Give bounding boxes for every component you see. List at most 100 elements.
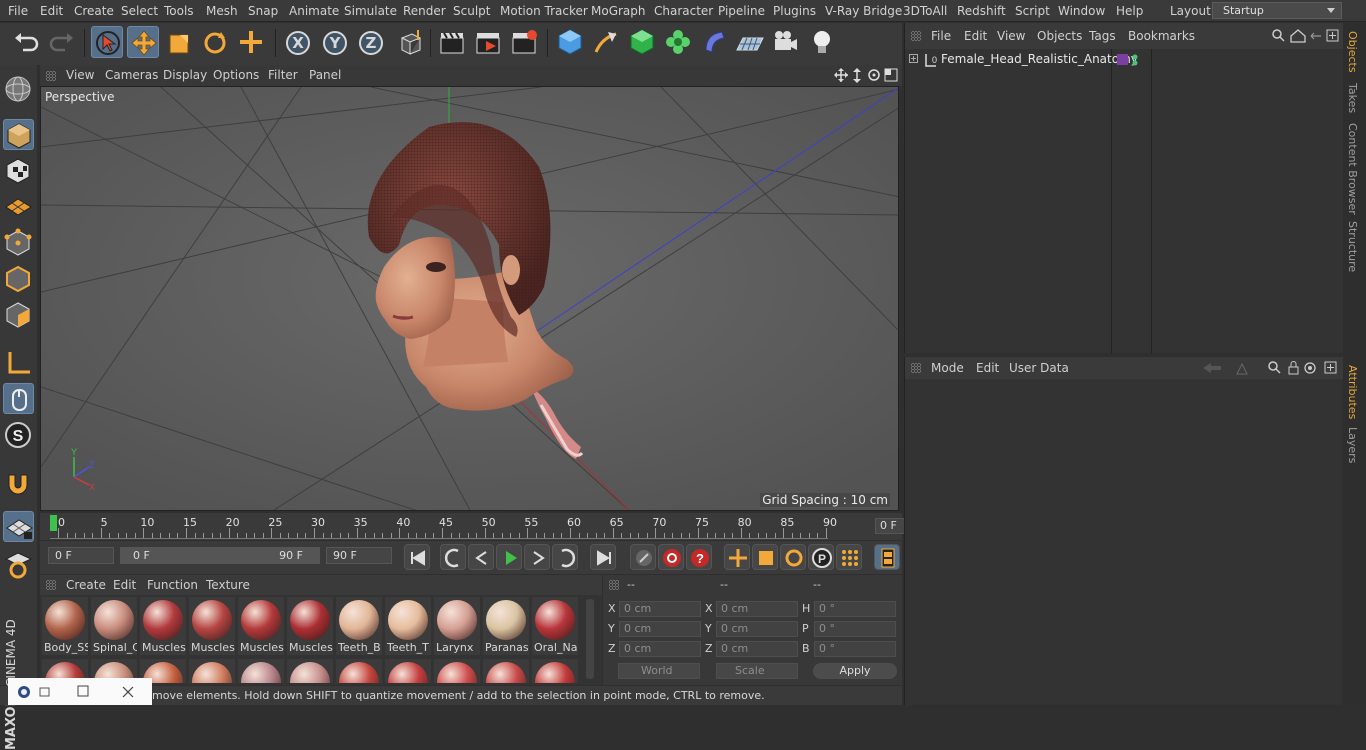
key-rotation-button[interactable]	[780, 544, 806, 570]
render-region-button[interactable]	[472, 26, 504, 58]
menu-vray-bridge[interactable]: V-Ray Bridge	[825, 4, 902, 18]
redo-button[interactable]	[46, 26, 78, 58]
menu-render[interactable]: Render	[403, 4, 446, 18]
material-menu-function[interactable]: Function	[147, 578, 198, 592]
orbit-icon[interactable]	[869, 70, 879, 80]
rot-b-field[interactable]: 0 °	[814, 641, 896, 657]
material-swatch[interactable]	[532, 659, 578, 683]
visibility-dots-icon[interactable]	[1131, 53, 1139, 67]
object-menu-tags[interactable]: Tags	[1089, 29, 1116, 43]
tree-item-female-head[interactable]: 0 Female_Head_Realistic_Anatomy	[905, 51, 1343, 69]
attribute-menu-mode[interactable]: Mode	[931, 361, 964, 375]
perspective-viewport[interactable]: Y Z X Perspective Grid Spacing : 10 cm	[40, 86, 899, 511]
menu-script[interactable]: Script	[1015, 4, 1050, 18]
record-keys-button[interactable]	[630, 544, 656, 570]
material-swatch[interactable]: Body_SS	[42, 597, 88, 655]
go-to-start-button[interactable]	[404, 544, 430, 570]
snap-button[interactable]	[3, 467, 34, 498]
menu-mesh[interactable]: Mesh	[206, 4, 238, 18]
viewport-menu-options[interactable]: Options	[213, 68, 259, 82]
material-swatch[interactable]	[336, 659, 382, 683]
object-menu-bookmarks[interactable]: Bookmarks	[1128, 29, 1195, 43]
material-swatch[interactable]: Oral_Na	[532, 597, 578, 655]
back-icon[interactable]	[1311, 33, 1321, 39]
previous-frame-button[interactable]	[468, 544, 494, 570]
key-position-button[interactable]	[724, 544, 750, 570]
solo-button[interactable]: S	[3, 419, 34, 450]
attribute-menu-edit[interactable]: Edit	[976, 361, 999, 375]
render-settings-button[interactable]	[508, 26, 540, 58]
viewport-menu-view[interactable]: View	[66, 68, 94, 82]
timeline-window-button[interactable]	[874, 544, 900, 570]
back-arrow-icon[interactable]	[1203, 363, 1221, 373]
new-window-icon[interactable]	[1325, 362, 1336, 373]
menu-redshift[interactable]: Redshift	[957, 4, 1006, 18]
key-parameter-button[interactable]: P	[808, 544, 834, 570]
layer-color-swatch[interactable]	[1117, 54, 1128, 65]
material-swatch[interactable]: Paranas	[483, 597, 529, 655]
size-x-field[interactable]: 0 cm	[716, 601, 798, 617]
go-to-end-button[interactable]	[590, 544, 616, 570]
home-icon[interactable]	[1291, 30, 1305, 42]
locked-workplane-button[interactable]	[3, 549, 34, 580]
key-pla-button[interactable]	[836, 544, 862, 570]
material-swatch[interactable]: Teeth_B	[336, 597, 382, 655]
tab-content-browser[interactable]: Content Browser	[1346, 123, 1359, 215]
menu-window[interactable]: Window	[1058, 4, 1105, 18]
cinema4d-taskbar-icon[interactable]	[16, 684, 54, 700]
workplane-lock-button[interactable]	[3, 511, 34, 542]
close-icon[interactable]	[120, 684, 136, 700]
coordinate-space-select[interactable]: World	[618, 663, 700, 679]
menu-edit[interactable]: Edit	[40, 4, 63, 18]
cube-primitive-button[interactable]	[554, 26, 586, 58]
maximize-view-icon[interactable]	[885, 69, 897, 81]
menu-pipeline[interactable]: Pipeline	[718, 4, 765, 18]
pos-z-field[interactable]: 0 cm	[619, 641, 701, 657]
menu-sculpt[interactable]: Sculpt	[453, 4, 490, 18]
object-menu-edit[interactable]: Edit	[964, 29, 987, 43]
pen-spline-button[interactable]	[590, 26, 622, 58]
menu-file[interactable]: File	[8, 4, 28, 18]
new-window-icon[interactable]	[1327, 30, 1338, 41]
size-mode-select[interactable]: Scale	[716, 663, 798, 679]
menu-help[interactable]: Help	[1116, 4, 1143, 18]
material-swatch[interactable]: Spinal_C	[91, 597, 137, 655]
keyframe-selection-button[interactable]: ?	[686, 544, 712, 570]
search-icon[interactable]	[1269, 362, 1280, 373]
next-key-button[interactable]	[552, 544, 578, 570]
menu-animate[interactable]: Animate	[289, 4, 339, 18]
points-mode-button[interactable]	[3, 227, 34, 258]
layout-select[interactable]: Startup	[1212, 2, 1342, 19]
pos-y-field[interactable]: 0 cm	[619, 621, 701, 637]
autokey-button[interactable]	[658, 544, 684, 570]
camera-button[interactable]	[770, 26, 802, 58]
material-swatch[interactable]: Muscles	[140, 597, 186, 655]
model-mode-button[interactable]	[3, 119, 34, 150]
viewport-menu-panel[interactable]: Panel	[309, 68, 341, 82]
pan-icon[interactable]	[834, 68, 848, 82]
zoom-icon[interactable]	[853, 68, 861, 83]
material-menu-texture[interactable]: Texture	[206, 578, 250, 592]
rot-h-field[interactable]: 0 °	[814, 601, 896, 617]
next-frame-button[interactable]	[524, 544, 550, 570]
render-view-button[interactable]	[436, 26, 468, 58]
lock-icon[interactable]	[1289, 362, 1298, 375]
menu-select[interactable]: Select	[121, 4, 158, 18]
tweak-mode-button[interactable]	[3, 383, 34, 414]
y-axis-lock-button[interactable]: Y	[323, 31, 347, 55]
previous-key-button[interactable]	[440, 544, 466, 570]
deformer-button[interactable]	[698, 26, 730, 58]
rot-p-field[interactable]: 0 °	[814, 621, 896, 637]
x-axis-lock-button[interactable]: X	[286, 31, 310, 55]
material-swatch[interactable]	[483, 659, 529, 683]
search-icon[interactable]	[1273, 30, 1284, 41]
start-frame-field[interactable]: 0 F	[48, 547, 114, 564]
tab-layers[interactable]: Layers	[1346, 427, 1359, 463]
pos-x-field[interactable]: 0 cm	[619, 601, 701, 617]
material-swatch[interactable]	[434, 659, 480, 683]
frame-range-slider[interactable]: 0 F 90 F	[120, 547, 320, 564]
light-button[interactable]	[806, 26, 838, 58]
object-menu-file[interactable]: File	[931, 29, 951, 43]
size-z-field[interactable]: 0 cm	[716, 641, 798, 657]
rotate-tool-button[interactable]	[199, 26, 231, 58]
